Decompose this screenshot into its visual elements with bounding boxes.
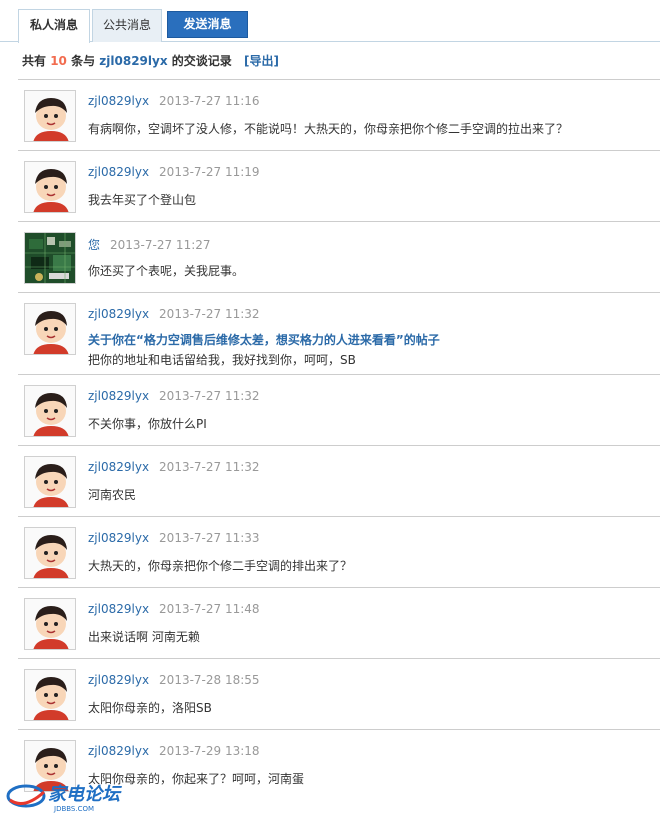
message-text: 你还买了个表呢，关我屁事。 bbox=[88, 264, 245, 278]
message-time: 2013-7-29 13:18 bbox=[159, 744, 260, 758]
message-item: 您 2013-7-27 11:27 你还买了个表呢，关我屁事。 bbox=[18, 222, 660, 293]
avatar[interactable] bbox=[24, 161, 76, 213]
message-time: 2013-7-28 18:55 bbox=[159, 673, 260, 687]
watermark-name: 家电论坛 bbox=[48, 784, 122, 805]
message-time: 2013-7-27 11:32 bbox=[159, 460, 260, 474]
message-time: 2013-7-27 11:32 bbox=[159, 307, 260, 321]
avatar[interactable] bbox=[24, 385, 76, 437]
cartoon-boy-icon bbox=[25, 457, 75, 507]
cartoon-boy-icon bbox=[25, 528, 75, 578]
avatar[interactable] bbox=[24, 527, 76, 579]
summary-suffix: 的交谈记录 bbox=[171, 54, 232, 68]
message-author[interactable]: zjl0829lyx bbox=[88, 165, 149, 179]
message-item: zjl0829lyx 2013-7-27 11:32 关于你在“格力空调售后维修太… bbox=[18, 293, 660, 375]
cartoon-boy-icon bbox=[25, 386, 75, 436]
message-text: 太阳你母亲的，洛阳SB bbox=[88, 701, 212, 715]
message-author[interactable]: zjl0829lyx bbox=[88, 744, 149, 758]
message-item: zjl0829lyx 2013-7-27 11:32 不关你事，你放什么PI bbox=[18, 375, 660, 446]
cartoon-boy-icon bbox=[25, 162, 75, 212]
message-author[interactable]: zjl0829lyx bbox=[88, 460, 149, 474]
export-link[interactable]: [导出] bbox=[244, 54, 279, 68]
message-author[interactable]: 您 bbox=[88, 238, 100, 252]
message-time: 2013-7-27 11:32 bbox=[159, 389, 260, 403]
message-author[interactable]: zjl0829lyx bbox=[88, 94, 149, 108]
message-time: 2013-7-27 11:19 bbox=[159, 165, 260, 179]
conversation-summary: 共有 10 条与 zjl0829lyx 的交谈记录 [导出] bbox=[22, 52, 279, 69]
cartoon-boy-icon bbox=[25, 91, 75, 141]
message-time: 2013-7-27 11:16 bbox=[159, 94, 260, 108]
circuit-board-icon bbox=[25, 233, 75, 283]
message-text: 河南农民 bbox=[88, 488, 137, 502]
avatar[interactable] bbox=[24, 303, 76, 355]
message-time: 2013-7-27 11:27 bbox=[110, 238, 211, 252]
avatar[interactable] bbox=[24, 669, 76, 721]
send-message-button[interactable]: 发送消息 bbox=[167, 11, 248, 38]
message-author[interactable]: zjl0829lyx bbox=[88, 531, 149, 545]
forum-watermark-logo: 家电论坛 JDBBS.COM bbox=[4, 780, 134, 814]
message-text: 我去年买了个登山包 bbox=[88, 193, 197, 207]
avatar[interactable] bbox=[24, 232, 76, 284]
cartoon-boy-icon bbox=[25, 670, 75, 720]
message-count: 10 bbox=[50, 54, 67, 68]
swoosh-icon: 家电论坛 JDBBS.COM bbox=[6, 784, 122, 813]
tab-private-messages[interactable]: 私人消息 bbox=[18, 9, 90, 43]
message-item: zjl0829lyx 2013-7-27 11:32 河南农民 bbox=[18, 446, 660, 517]
message-item: zjl0829lyx 2013-7-27 11:33 大热天的，你母亲把你个修二手… bbox=[18, 517, 660, 588]
message-text: 不关你事，你放什么PI bbox=[88, 417, 207, 431]
message-text: 把你的地址和电话留给我，我好找到你，呵呵，SB bbox=[88, 353, 356, 367]
thread-subject-link[interactable]: 关于你在“格力空调售后维修太差，想买格力的人进来看看”的帖子 bbox=[88, 331, 440, 348]
message-time: 2013-7-27 11:48 bbox=[159, 602, 260, 616]
summary-middle: 条与 bbox=[71, 54, 96, 68]
message-item: zjl0829lyx 2013-7-28 18:55 太阳你母亲的，洛阳SB bbox=[18, 659, 660, 730]
message-author[interactable]: zjl0829lyx bbox=[88, 673, 149, 687]
message-list: zjl0829lyx 2013-7-27 11:16 有病啊你，空调坏了没人修，不… bbox=[18, 79, 660, 801]
message-text: 大热天的，你母亲把你个修二手空调的排出来了？ bbox=[88, 559, 353, 573]
message-item: zjl0829lyx 2013-7-27 11:48 出来说话啊 河南无赖 bbox=[18, 588, 660, 659]
message-author[interactable]: zjl0829lyx bbox=[88, 389, 149, 403]
avatar[interactable] bbox=[24, 598, 76, 650]
cartoon-boy-icon bbox=[25, 599, 75, 649]
message-time: 2013-7-27 11:33 bbox=[159, 531, 260, 545]
conversation-username: zjl0829lyx bbox=[99, 54, 168, 68]
avatar[interactable] bbox=[24, 90, 76, 142]
message-author[interactable]: zjl0829lyx bbox=[88, 307, 149, 321]
avatar[interactable] bbox=[24, 456, 76, 508]
message-tabs: 私人消息 公共消息 发送消息 bbox=[0, 0, 660, 43]
tab-public-messages[interactable]: 公共消息 bbox=[92, 9, 162, 42]
watermark-domain: JDBBS.COM bbox=[53, 805, 94, 813]
message-item: zjl0829lyx 2013-7-27 11:19 我去年买了个登山包 bbox=[18, 151, 660, 222]
message-item: zjl0829lyx 2013-7-27 11:16 有病啊你，空调坏了没人修，不… bbox=[18, 80, 660, 151]
cartoon-boy-icon bbox=[25, 304, 75, 354]
summary-prefix: 共有 bbox=[22, 54, 47, 68]
message-text: 有病啊你，空调坏了没人修，不能说吗！大热天的，你母亲把你个修二手空调的拉出来了？ bbox=[88, 122, 569, 136]
message-author[interactable]: zjl0829lyx bbox=[88, 602, 149, 616]
message-text: 出来说话啊 河南无赖 bbox=[88, 630, 200, 644]
